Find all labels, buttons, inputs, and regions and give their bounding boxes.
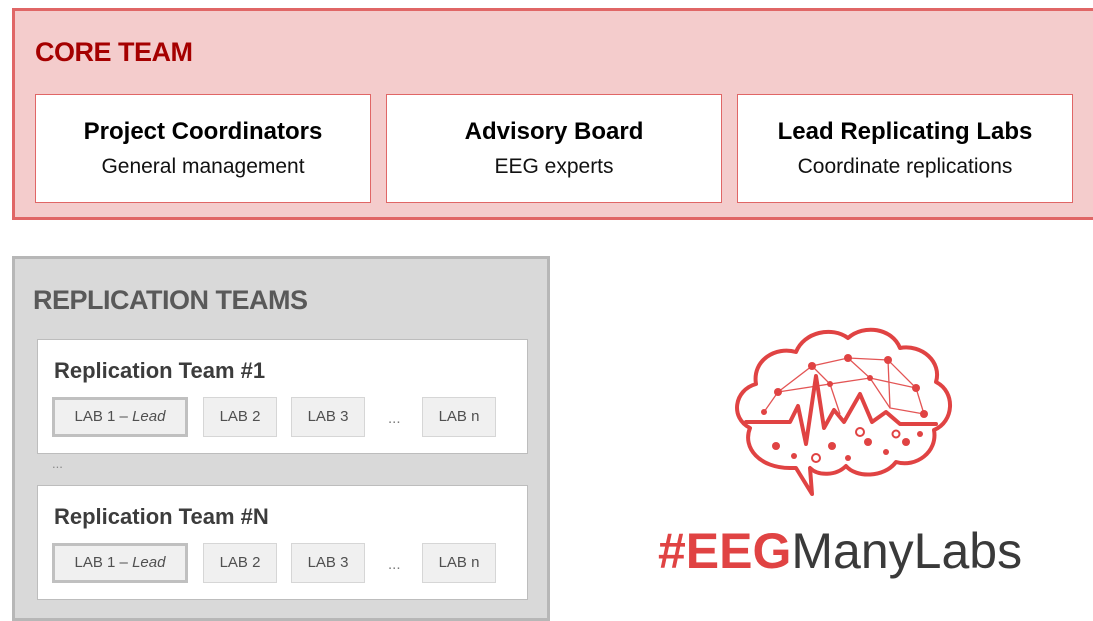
lab-2: LAB 2 xyxy=(203,543,277,583)
core-box-name: Lead Replicating Labs xyxy=(777,118,1033,145)
lab-3: LAB 3 xyxy=(291,543,365,583)
lab-lead-suffix: Lead xyxy=(132,408,166,425)
core-box-project-coordinators: Project Coordinators General management xyxy=(35,94,371,203)
lab-lead-label: LAB 1 – xyxy=(74,408,133,425)
lab-n: LAB n xyxy=(422,543,496,583)
core-box-name: Project Coordinators xyxy=(83,118,323,145)
replication-team-1: Replication Team #1 LAB 1 – Lead LAB 2 L… xyxy=(37,339,528,454)
lab-3: LAB 3 xyxy=(291,397,365,437)
replication-teams-panel: REPLICATION TEAMS Replication Team #1 LA… xyxy=(12,256,550,621)
core-box-desc: General management xyxy=(101,155,305,178)
teams-ellipsis: ... xyxy=(52,456,63,471)
brain-network-eeg-icon xyxy=(735,327,952,496)
core-box-advisory-board: Advisory Board EEG experts xyxy=(386,94,722,203)
lab-lead: LAB 1 – Lead xyxy=(52,543,188,583)
lab-2: LAB 2 xyxy=(203,397,277,437)
replication-teams-title: REPLICATION TEAMS xyxy=(33,285,308,315)
team-name: Replication Team #N xyxy=(54,504,269,529)
core-team-title: CORE TEAM xyxy=(35,37,193,67)
lab-lead-label: LAB 1 – xyxy=(74,554,133,571)
core-box-desc: Coordinate replications xyxy=(797,155,1013,178)
lab-lead-suffix: Lead xyxy=(132,554,166,571)
replication-team-n: Replication Team #N LAB 1 – Lead LAB 2 L… xyxy=(37,485,528,600)
eegmanylabs-logo-text: #EEGManyLabs xyxy=(658,522,1022,580)
core-box-name: Advisory Board xyxy=(464,118,644,145)
team-name: Replication Team #1 xyxy=(54,358,266,383)
labs-ellipsis: ... xyxy=(388,556,401,573)
core-team-panel: CORE TEAM Project Coordinators General m… xyxy=(12,8,1093,220)
lab-n: LAB n xyxy=(422,397,496,437)
lab-lead: LAB 1 – Lead xyxy=(52,397,188,437)
logo-rest-part: ManyLabs xyxy=(791,523,1023,579)
core-box-lead-replicating-labs: Lead Replicating Labs Coordinate replica… xyxy=(737,94,1073,203)
logo-hash-part: #EEG xyxy=(658,523,792,579)
labs-ellipsis: ... xyxy=(388,410,401,427)
core-box-desc: EEG experts xyxy=(494,155,614,178)
